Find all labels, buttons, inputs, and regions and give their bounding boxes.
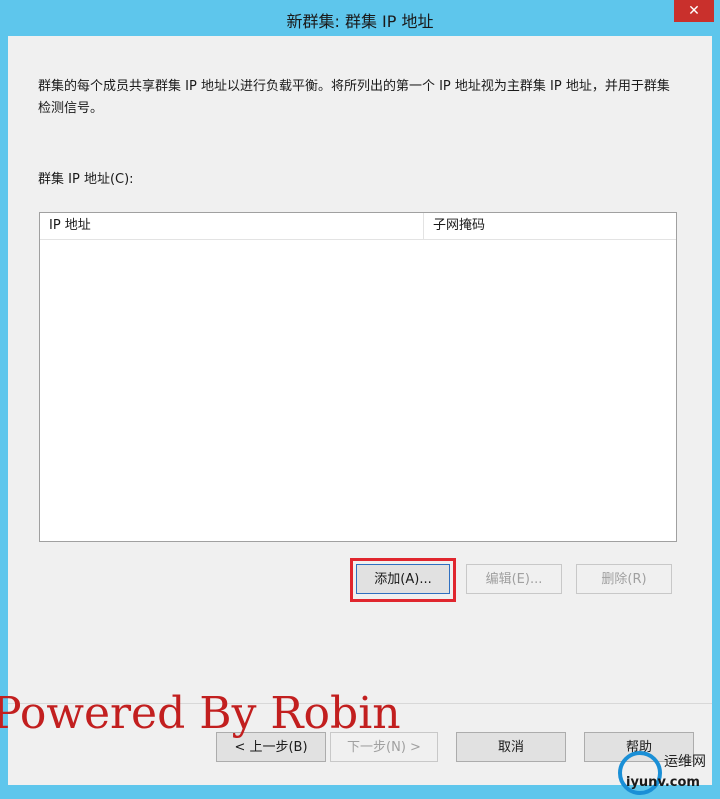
logo-english-text: iyunv.com	[626, 775, 700, 790]
cluster-ip-label: 群集 IP 地址(C):	[38, 172, 134, 187]
column-header-subnet-mask[interactable]: 子网掩码	[424, 213, 676, 239]
edit-button[interactable]: 编辑(E)...	[466, 564, 562, 594]
highlight-box	[350, 558, 456, 602]
cluster-ip-list[interactable]: IP 地址 子网掩码	[39, 212, 677, 542]
close-button[interactable]: ✕	[674, 0, 714, 22]
column-header-ip[interactable]: IP 地址	[40, 213, 424, 239]
delete-button[interactable]: 删除(R)	[576, 564, 672, 594]
site-logo: 运维网 iyunv.com	[616, 745, 720, 799]
title-bar: 新群集: 群集 IP 地址 ✕	[0, 0, 720, 36]
list-header: IP 地址 子网掩码	[40, 213, 676, 240]
logo-chinese-text: 运维网	[664, 754, 706, 770]
description-text: 群集的每个成员共享群集 IP 地址以进行负载平衡。将所列出的第一个 IP 地址视…	[38, 79, 670, 116]
cancel-button[interactable]: 取消	[456, 732, 566, 762]
watermark-text: Powered By Robin	[0, 688, 401, 739]
window-title: 新群集: 群集 IP 地址	[286, 12, 434, 31]
dialog-client-area: 群集的每个成员共享群集 IP 地址以进行负载平衡。将所列出的第一个 IP 地址视…	[8, 36, 712, 785]
